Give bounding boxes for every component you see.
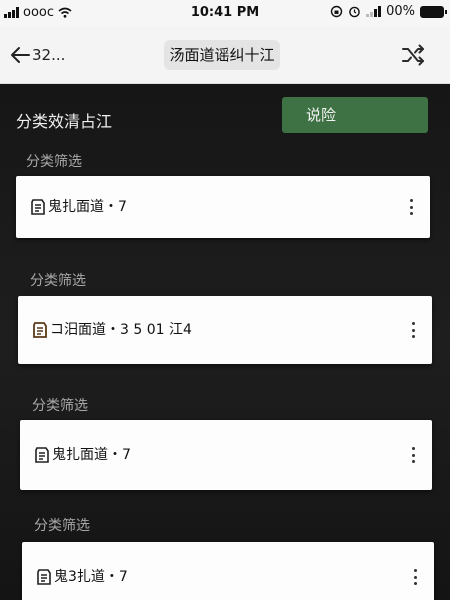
shuffle-button[interactable] <box>400 42 426 68</box>
item-label: 鬼扎面道・7 <box>48 199 127 215</box>
alarm-icon <box>349 6 360 18</box>
back-arrow-icon <box>11 47 30 63</box>
more-options-icon[interactable] <box>408 195 414 219</box>
section-label: 分类筛选 <box>32 398 88 414</box>
filter-panel: 分类效清占江 说险 分类筛选 鬼扎面道・7 分类筛选 コ汨面道・3 5 01 江… <box>0 84 450 600</box>
item-icon <box>31 199 45 215</box>
back-button[interactable]: 32... <box>10 46 65 64</box>
confirm-button[interactable]: 说险 <box>282 97 428 133</box>
battery-icon <box>420 5 447 18</box>
more-options-icon[interactable] <box>410 443 416 467</box>
section-label: 分类筛选 <box>30 273 86 289</box>
signal-strength-icon <box>366 6 382 17</box>
filter-title: 分类效清占江 <box>16 112 113 131</box>
list-item[interactable]: 鬼扎面道・7 <box>20 420 432 490</box>
more-options-icon[interactable] <box>410 318 416 342</box>
page-title: 汤面道谣纠十江 <box>164 40 280 70</box>
item-label: 鬼3扎道・7 <box>54 569 128 585</box>
list-item[interactable]: 鬼扎面道・7 <box>16 176 430 238</box>
shuffle-icon <box>402 44 424 66</box>
status-bar: oooc 10:41 PM 00% <box>0 0 450 26</box>
list-item[interactable]: 鬼3扎道・7 <box>22 542 434 600</box>
nav-bar: 32... 汤面道谣纠十江 <box>0 26 450 84</box>
item-icon <box>33 322 47 338</box>
item-icon <box>37 569 51 585</box>
status-right: 00% <box>330 4 447 19</box>
item-label: コ汨面道・3 5 01 江4 <box>50 322 192 338</box>
rotation-lock-icon <box>330 5 343 18</box>
item-icon <box>35 447 49 463</box>
battery-percent: 00% <box>386 4 415 19</box>
list-item[interactable]: コ汨面道・3 5 01 江4 <box>18 296 432 364</box>
back-label: 32... <box>32 46 66 64</box>
section-label: 分类筛选 <box>34 518 90 534</box>
section-label: 分类筛选 <box>26 154 82 170</box>
more-options-icon[interactable] <box>412 565 418 589</box>
item-label: 鬼扎面道・7 <box>52 447 131 463</box>
